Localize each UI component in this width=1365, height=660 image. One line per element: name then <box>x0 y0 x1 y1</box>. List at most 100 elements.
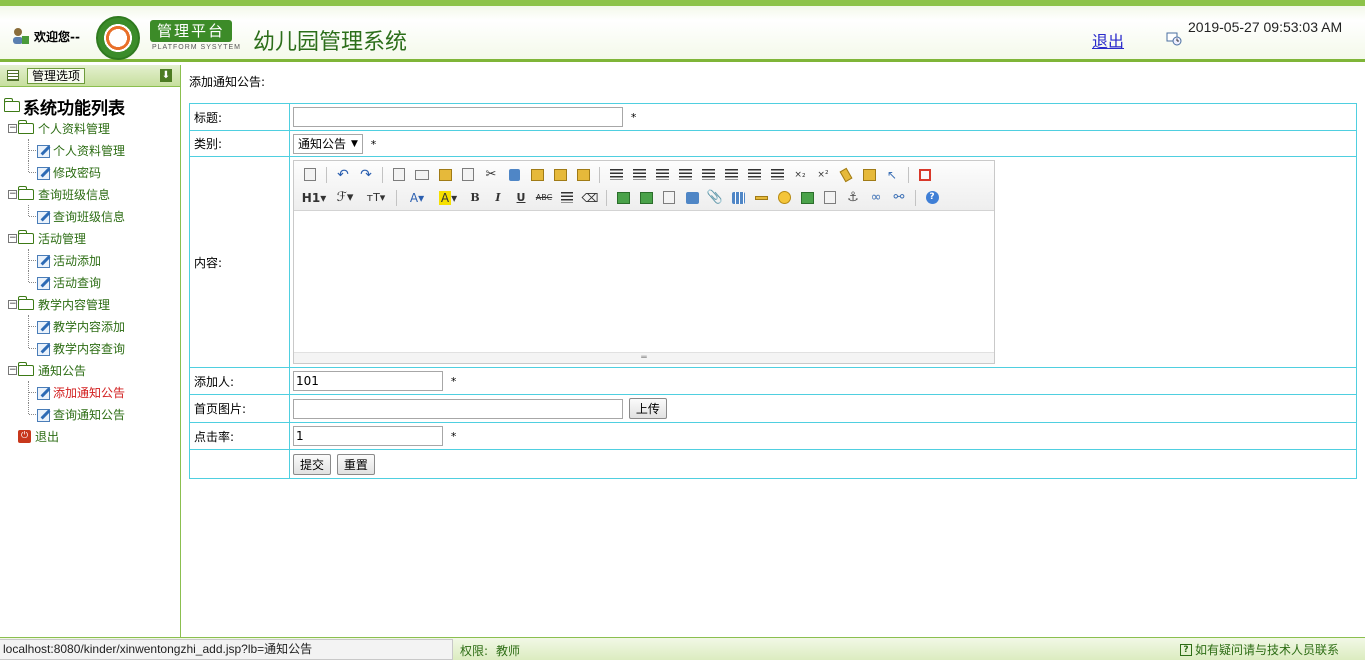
flash-icon[interactable] <box>659 188 679 208</box>
tree-item-notice-add[interactable]: 添加通知公告 <box>0 381 180 403</box>
eraser-icon[interactable]: ⌫ <box>580 188 600 208</box>
options-button[interactable]: 管理选项 <box>27 68 85 84</box>
unordered-list-icon[interactable] <box>721 165 741 185</box>
ordered-list-icon[interactable] <box>698 165 718 185</box>
collapse-icon[interactable]: − <box>8 365 17 375</box>
copy-icon[interactable] <box>504 165 524 185</box>
author-label: 添加人: <box>189 367 290 395</box>
font-family-dropdown[interactable]: ℱ ▾ <box>331 188 359 208</box>
help-icon[interactable]: ? <box>922 188 942 208</box>
cut-icon[interactable]: ✂ <box>481 165 501 185</box>
folder-open-icon <box>18 361 34 376</box>
heading-dropdown[interactable]: H1 ▾ <box>300 188 328 208</box>
tree-item-profile[interactable]: 个人资料管理 <box>0 139 180 161</box>
tree-line <box>29 414 36 415</box>
bold-button[interactable]: B <box>465 188 485 208</box>
insert-image-icon[interactable] <box>613 188 633 208</box>
category-select[interactable]: 通知公告 ▼ <box>293 133 363 154</box>
tree-group-profile[interactable]: − 个人资料管理 <box>0 117 180 139</box>
clear-format-icon[interactable] <box>836 165 856 185</box>
align-center-icon[interactable] <box>629 165 649 185</box>
submit-button[interactable]: 提交 <box>293 453 332 475</box>
line-height-icon[interactable] <box>557 188 577 208</box>
text-color-dropdown[interactable]: A ▾ <box>403 188 431 208</box>
tree-root[interactable]: 系统功能列表 <box>0 95 180 119</box>
font-size-dropdown[interactable]: тT ▾ <box>362 188 390 208</box>
indent-icon[interactable] <box>744 165 764 185</box>
align-justify-icon[interactable] <box>675 165 695 185</box>
tree-group-class-info[interactable]: − 查询班级信息 <box>0 183 180 205</box>
table-icon[interactable] <box>728 188 748 208</box>
collapse-icon[interactable]: − <box>8 189 17 199</box>
paste-word-icon[interactable] <box>573 165 593 185</box>
emoticon-icon[interactable] <box>774 188 794 208</box>
main-content: 添加通知公告: 标题: * 类别: 通知公告 ▼ * 内容: ↶ ↷ ✂ ×₂ … <box>182 65 1365 637</box>
unlink-icon[interactable]: ⚯ <box>889 188 909 208</box>
anchor-icon[interactable]: ⚓ <box>843 188 863 208</box>
author-input[interactable] <box>293 371 443 391</box>
tree-item-teaching-add[interactable]: 教学内容添加 <box>0 315 180 337</box>
tree-group-notices[interactable]: − 通知公告 <box>0 359 180 381</box>
toolbar-separator <box>382 166 383 183</box>
horizontal-rule-icon[interactable] <box>751 188 771 208</box>
fullscreen-icon[interactable] <box>915 165 935 185</box>
required-mark: * <box>450 375 457 388</box>
subscript-icon[interactable]: ×₂ <box>790 165 810 185</box>
code-icon[interactable] <box>458 165 478 185</box>
tree-item-label: 添加通知公告 <box>53 385 126 400</box>
paste-icon[interactable] <box>527 165 547 185</box>
superscript-icon[interactable]: ×² <box>813 165 833 185</box>
title-input[interactable] <box>293 107 623 127</box>
tree-item-activity-add[interactable]: 活动添加 <box>0 249 180 271</box>
editor-content-area[interactable] <box>294 211 994 351</box>
template-icon[interactable] <box>435 165 455 185</box>
toolbar-separator <box>606 189 607 206</box>
sidebar: 管理选项 ⬇ 系统功能列表 − 个人资料管理 个人资料管理 修改密码 − 查询班… <box>0 65 181 637</box>
content-cell: ↶ ↷ ✂ ×₂ ×² ↖ H1 ▾ ℱ ▾ тT ▾ A ▾ A ▾ B I … <box>289 156 1357 368</box>
highlight-color-dropdown[interactable]: A ▾ <box>434 188 462 208</box>
underline-button[interactable]: U <box>511 188 531 208</box>
multi-image-icon[interactable] <box>636 188 656 208</box>
redo-icon[interactable]: ↷ <box>356 165 376 185</box>
link-icon[interactable]: ∞ <box>866 188 886 208</box>
reset-button[interactable]: 重置 <box>336 453 375 475</box>
paste-text-icon[interactable] <box>550 165 570 185</box>
italic-button[interactable]: I <box>488 188 508 208</box>
attachment-icon[interactable]: 📎 <box>705 188 725 208</box>
map-icon[interactable] <box>797 188 817 208</box>
outdent-icon[interactable] <box>767 165 787 185</box>
collapse-icon[interactable]: − <box>8 233 17 243</box>
tree-line <box>28 161 29 172</box>
undo-icon[interactable]: ↶ <box>333 165 353 185</box>
tree-item-teaching-query[interactable]: 教学内容查询 <box>0 337 180 359</box>
collapse-icon[interactable]: − <box>8 123 17 133</box>
tree-line <box>29 348 36 349</box>
page-break-icon[interactable] <box>820 188 840 208</box>
select-all-icon[interactable] <box>859 165 879 185</box>
tree-item-notice-query[interactable]: 查询通知公告 <box>0 403 180 425</box>
media-icon[interactable] <box>682 188 702 208</box>
tree-item-class-info[interactable]: 查询班级信息 <box>0 205 180 227</box>
tree-group-teaching[interactable]: − 教学内容管理 <box>0 293 180 315</box>
clicks-input[interactable] <box>293 426 443 446</box>
print-icon[interactable] <box>412 165 432 185</box>
permission-info: 权限: 教师 <box>460 642 520 659</box>
align-right-icon[interactable] <box>652 165 672 185</box>
tree-item-change-password[interactable]: 修改密码 <box>0 161 180 183</box>
collapse-arrow-icon[interactable]: ⬇ <box>160 69 172 82</box>
tree-item-exit[interactable]: ⏻ 退出 <box>0 425 180 447</box>
tree-item-activity-query[interactable]: 活动查询 <box>0 271 180 293</box>
align-left-icon[interactable] <box>606 165 626 185</box>
strikethrough-button[interactable]: ABC <box>534 188 554 208</box>
source-code-icon[interactable] <box>300 165 320 185</box>
header-logout-link[interactable]: 退出 <box>1092 28 1124 52</box>
editor-resize-handle[interactable]: ═ <box>294 352 994 363</box>
collapse-icon[interactable]: − <box>8 299 17 309</box>
image-path-input[interactable] <box>293 399 623 419</box>
tree-line <box>29 392 36 393</box>
cursor-icon[interactable]: ↖ <box>882 165 902 185</box>
upload-button[interactable]: 上传 <box>628 398 667 419</box>
preview-icon[interactable] <box>389 165 409 185</box>
edit-page-icon <box>36 319 50 334</box>
tree-group-activities[interactable]: − 活动管理 <box>0 227 180 249</box>
